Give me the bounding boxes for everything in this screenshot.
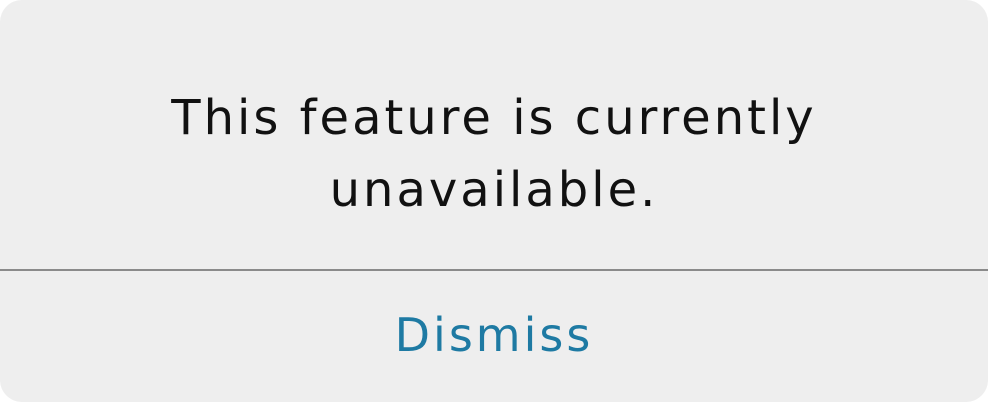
dismiss-button[interactable]: Dismiss <box>0 272 988 402</box>
alert-dialog: This feature is currently unavailable. D… <box>0 0 988 402</box>
dialog-divider <box>0 269 988 271</box>
dialog-message: This feature is currently unavailable. <box>171 90 817 218</box>
